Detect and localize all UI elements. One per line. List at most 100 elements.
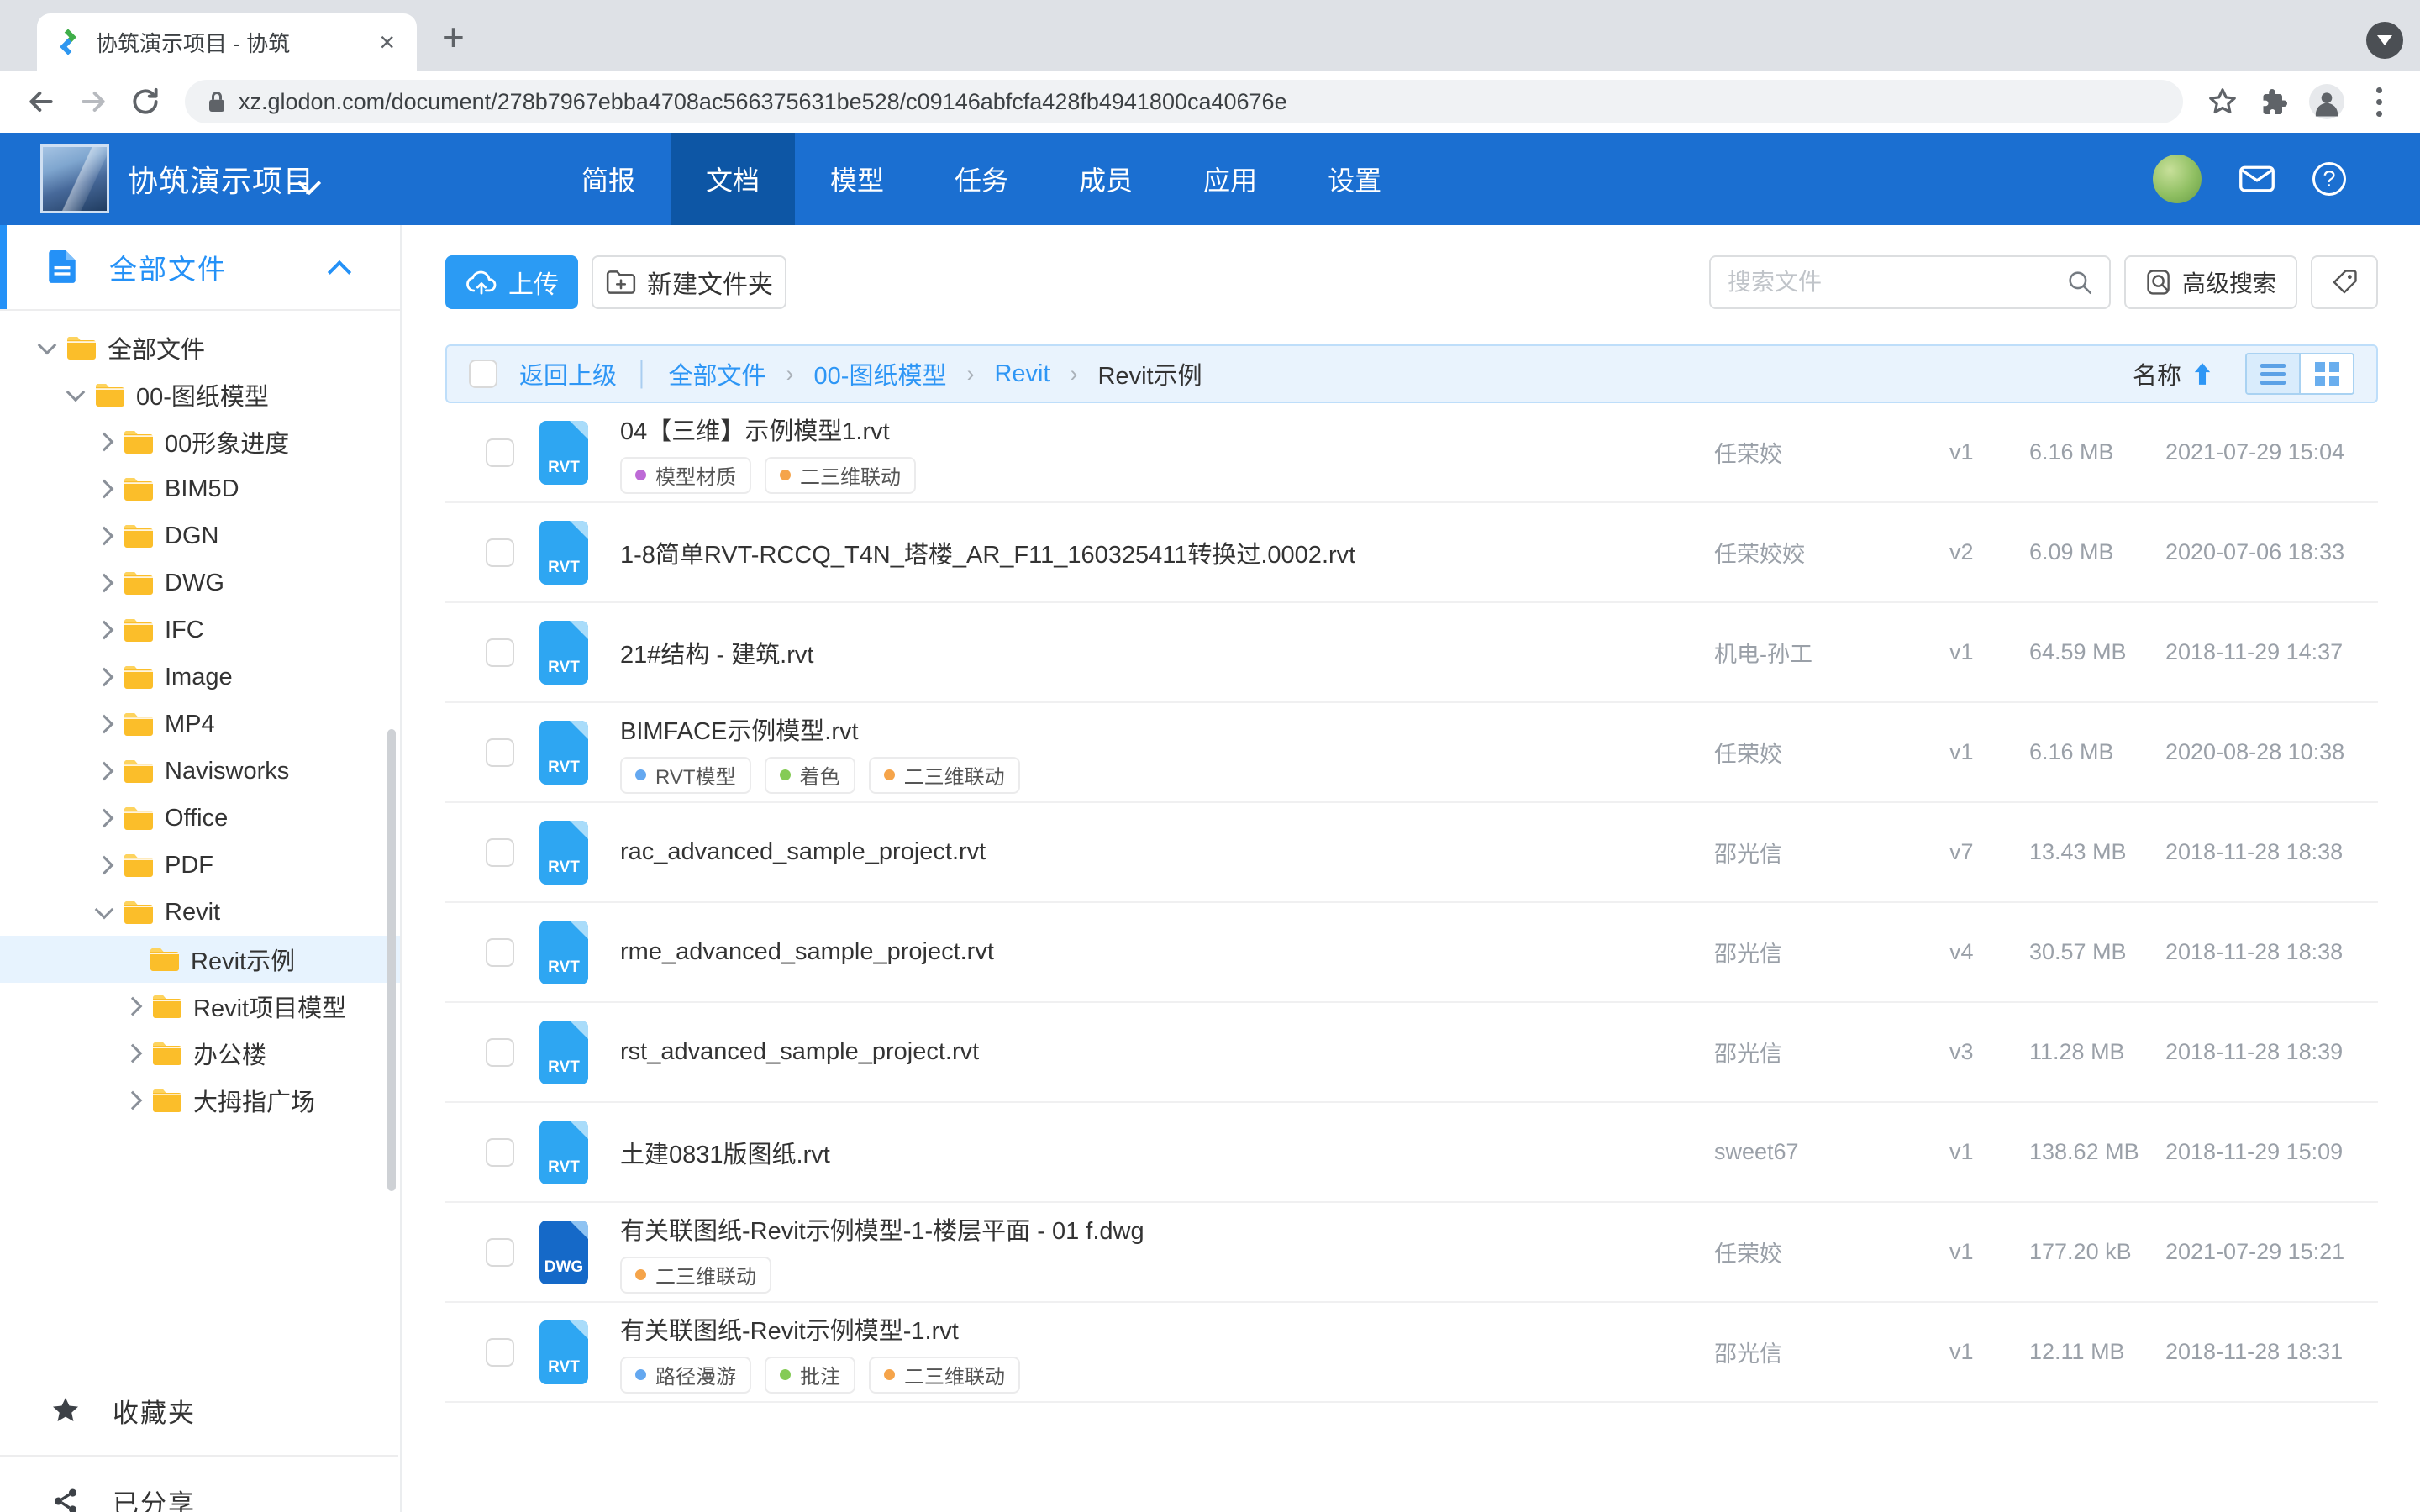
file-name[interactable]: 有关联图纸-Revit示例模型-1.rvt — [620, 1311, 1714, 1347]
list-view-button[interactable] — [2247, 354, 2299, 393]
url-bar[interactable]: xz.glodon.com/document/278b7967ebba4708a… — [185, 80, 2183, 123]
file-row[interactable]: RVT21#结构 - 建筑.rvt机电-孙工v164.59 MB2018-11-… — [445, 603, 2378, 703]
sidebar-header-all-files[interactable]: 全部文件 — [0, 225, 400, 311]
file-tag[interactable]: 模型材质 — [620, 457, 751, 494]
tree-item[interactable]: DGN — [0, 512, 400, 559]
file-tag[interactable]: 二三维联动 — [620, 1257, 771, 1294]
file-row[interactable]: RVTrst_advanced_sample_project.rvt邵光信v31… — [445, 1003, 2378, 1103]
tree-item[interactable]: DWG — [0, 559, 400, 606]
tree-chevron-icon[interactable] — [95, 809, 114, 828]
sidebar-section[interactable]: 已分享 — [0, 1457, 398, 1512]
tree-item[interactable]: Office — [0, 795, 400, 842]
file-tag[interactable]: 二三维联动 — [869, 757, 1020, 794]
breadcrumb-link[interactable]: 00-图纸模型 — [814, 356, 947, 391]
reload-icon[interactable] — [119, 76, 171, 128]
sidebar-scrollbar[interactable] — [387, 729, 396, 1191]
file-checkbox[interactable] — [486, 1138, 514, 1167]
tree-chevron-icon[interactable] — [124, 1044, 143, 1063]
back-to-parent-link[interactable]: 返回上级 — [519, 356, 617, 391]
browser-menu-icon[interactable] — [2353, 76, 2405, 128]
new-tab-button[interactable]: + — [442, 18, 465, 55]
tree-item[interactable]: PDF — [0, 842, 400, 889]
file-checkbox[interactable] — [486, 1338, 514, 1367]
select-all-checkbox[interactable] — [469, 360, 497, 388]
file-tag[interactable]: RVT模型 — [620, 757, 751, 794]
breadcrumb-link[interactable]: 全部文件 — [669, 356, 766, 391]
tag-filter-button[interactable] — [2311, 255, 2378, 309]
file-row[interactable]: RVT有关联图纸-Revit示例模型-1.rvt路径漫游批注二三维联动邵光信v1… — [445, 1303, 2378, 1403]
tree-chevron-icon[interactable] — [66, 383, 86, 402]
project-title[interactable]: 协筑演示项目 — [128, 157, 314, 201]
file-name[interactable]: rme_advanced_sample_project.rvt — [620, 938, 1714, 966]
file-row[interactable]: RVT土建0831版图纸.rvtsweet67v1138.62 MB2018-1… — [445, 1103, 2378, 1203]
file-row[interactable]: RVT1-8简单RVT-RCCQ_T4N_塔楼_AR_F11_160325411… — [445, 503, 2378, 603]
tree-chevron-icon[interactable] — [95, 762, 114, 781]
file-tag[interactable]: 二三维联动 — [869, 1357, 1020, 1394]
back-icon[interactable] — [15, 76, 67, 128]
tree-item[interactable]: BIM5D — [0, 465, 400, 512]
tab-close-icon[interactable]: × — [374, 27, 400, 58]
tree-chevron-icon[interactable] — [95, 900, 114, 920]
file-checkbox[interactable] — [486, 1238, 514, 1267]
tree-chevron-icon[interactable] — [95, 480, 114, 499]
tree-item[interactable]: Image — [0, 654, 400, 701]
mail-icon[interactable] — [2238, 165, 2275, 193]
bookmark-star-icon[interactable] — [2196, 76, 2249, 128]
tree-item[interactable]: Revit示例 — [0, 936, 400, 983]
collapse-chevron-icon[interactable] — [328, 260, 351, 284]
tree-chevron-icon[interactable] — [38, 336, 57, 355]
file-name[interactable]: 04【三维】示例模型1.rvt — [620, 412, 1714, 447]
file-name[interactable]: BIMFACE示例模型.rvt — [620, 711, 1714, 747]
file-name[interactable]: 21#结构 - 建筑.rvt — [620, 635, 1714, 670]
tree-item[interactable]: 大拇指广场 — [0, 1077, 400, 1124]
file-tag[interactable]: 批注 — [765, 1357, 855, 1394]
tab-search-button[interactable] — [2366, 22, 2403, 59]
search-icon[interactable] — [2065, 268, 2094, 297]
file-tag[interactable]: 着色 — [765, 757, 855, 794]
tree-chevron-icon[interactable] — [95, 527, 114, 546]
file-checkbox[interactable] — [486, 938, 514, 967]
tree-chevron-icon[interactable] — [95, 433, 114, 452]
file-name[interactable]: 1-8简单RVT-RCCQ_T4N_塔楼_AR_F11_160325411转换过… — [620, 535, 1714, 570]
sidebar-section[interactable]: 收藏夹 — [0, 1366, 398, 1457]
tree-chevron-icon[interactable] — [124, 1091, 143, 1110]
tree-item[interactable]: MP4 — [0, 701, 400, 748]
file-checkbox[interactable] — [486, 638, 514, 667]
extensions-puzzle-icon[interactable] — [2249, 76, 2301, 128]
sort-ascending-icon[interactable] — [2193, 361, 2212, 386]
file-row[interactable]: RVT04【三维】示例模型1.rvt模型材质二三维联动任荣姣v16.16 MB2… — [445, 403, 2378, 503]
tree-item[interactable]: 办公楼 — [0, 1030, 400, 1077]
file-checkbox[interactable] — [486, 538, 514, 567]
tree-item[interactable]: 00-图纸模型 — [0, 371, 400, 418]
breadcrumb-link[interactable]: Revit — [994, 360, 1050, 388]
tree-chevron-icon[interactable] — [95, 856, 114, 875]
app-tab-1[interactable]: 简报 — [546, 133, 671, 225]
tree-chevron-icon[interactable] — [95, 668, 114, 687]
app-tab-5[interactable]: 成员 — [1044, 133, 1168, 225]
app-tab-4[interactable]: 任务 — [919, 133, 1044, 225]
project-thumbnail[interactable] — [40, 144, 109, 213]
app-tab-7[interactable]: 设置 — [1292, 133, 1417, 225]
tree-item[interactable]: Revit项目模型 — [0, 983, 400, 1030]
file-tag[interactable]: 路径漫游 — [620, 1357, 751, 1394]
upload-button[interactable]: 上传 — [445, 255, 578, 309]
tree-chevron-icon[interactable] — [95, 715, 114, 734]
browser-profile-avatar[interactable] — [2301, 76, 2353, 128]
browser-tab[interactable]: 协筑演示项目 - 协筑 × — [37, 13, 417, 71]
tree-item[interactable]: 00形象进度 — [0, 418, 400, 465]
tree-item[interactable]: Revit — [0, 889, 400, 936]
file-checkbox[interactable] — [486, 838, 514, 867]
tree-item[interactable]: 全部文件 — [0, 324, 400, 371]
grid-view-button[interactable] — [2299, 354, 2353, 393]
file-name[interactable]: 有关联图纸-Revit示例模型-1-楼层平面 - 01 f.dwg — [620, 1211, 1714, 1247]
search-input[interactable] — [1726, 268, 2065, 297]
app-tab-6[interactable]: 应用 — [1168, 133, 1292, 225]
new-folder-button[interactable]: 新建文件夹 — [592, 255, 786, 309]
file-row[interactable]: DWG有关联图纸-Revit示例模型-1-楼层平面 - 01 f.dwg二三维联… — [445, 1203, 2378, 1303]
app-tab-2[interactable]: 文档 — [671, 133, 795, 225]
user-avatar[interactable] — [2153, 155, 2202, 203]
tree-chevron-icon[interactable] — [95, 574, 114, 593]
file-name[interactable]: rac_advanced_sample_project.rvt — [620, 838, 1714, 866]
file-checkbox[interactable] — [486, 738, 514, 767]
tree-item[interactable]: Navisworks — [0, 748, 400, 795]
